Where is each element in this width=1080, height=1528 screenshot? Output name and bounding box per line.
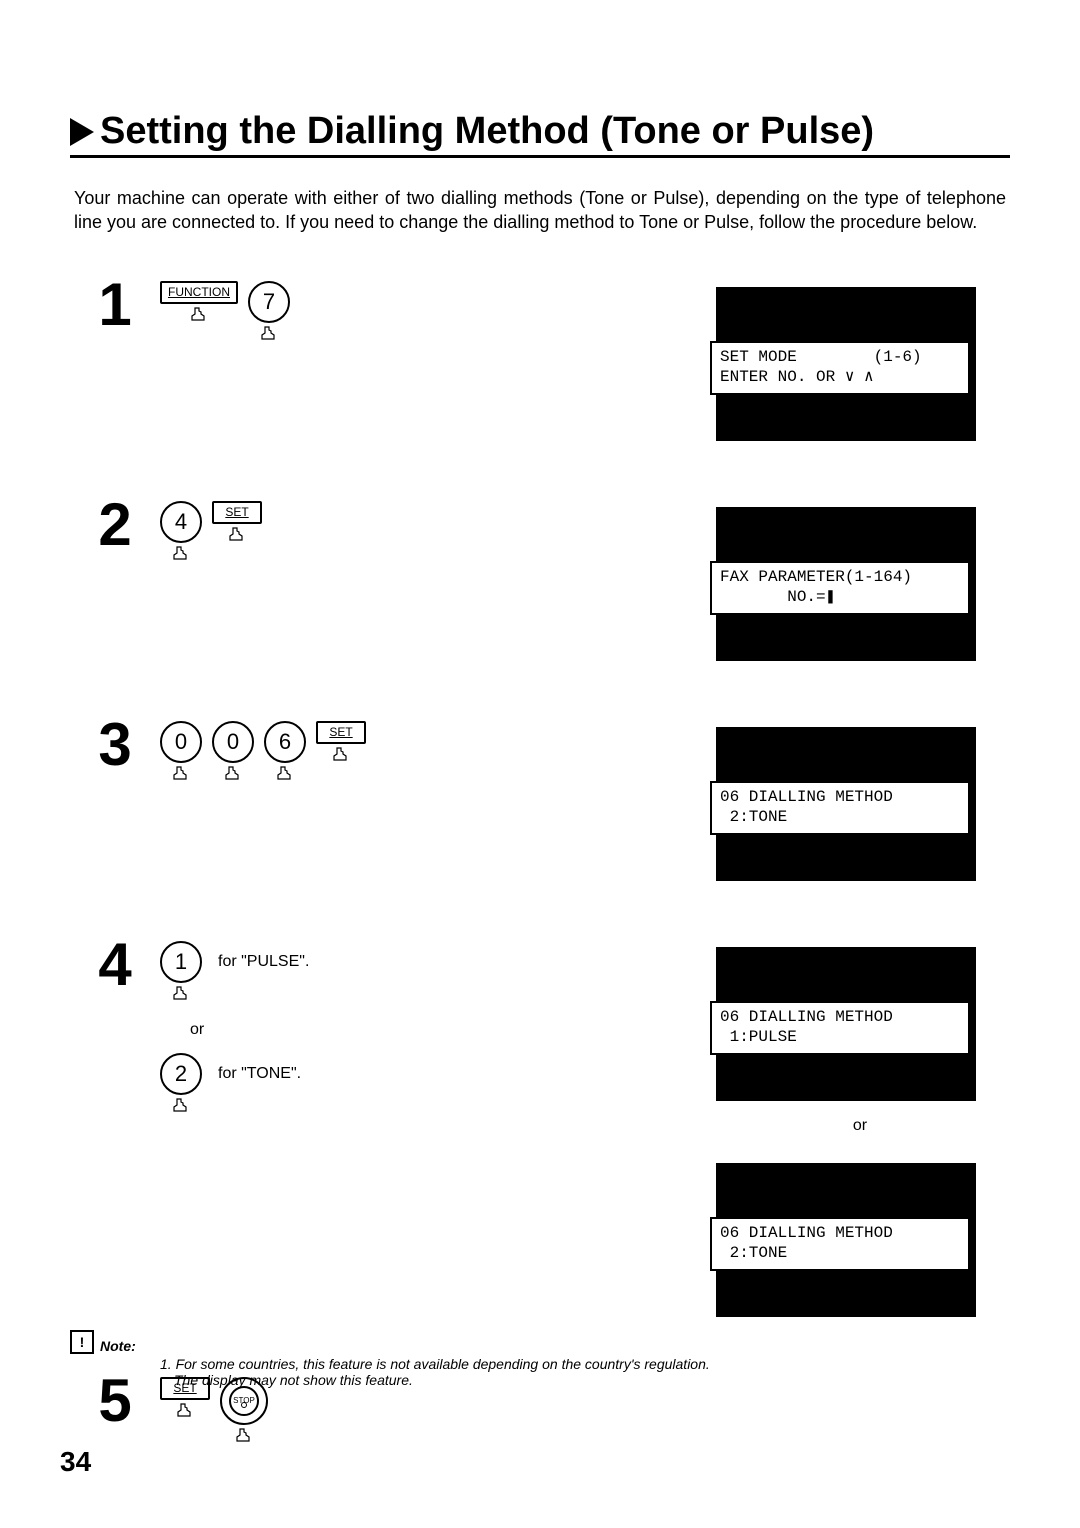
step-number: 1 <box>70 275 160 335</box>
digit-key-0: 0 <box>212 721 254 783</box>
lcd-display: 06 DIALLING METHOD 2:TONE <box>710 1157 970 1311</box>
lcd-display: 06 DIALLING METHOD 1:PULSE <box>710 941 970 1095</box>
lcd-line: 06 DIALLING METHOD <box>720 788 893 806</box>
digit-key-4: 4 <box>160 501 202 563</box>
press-hand-icon <box>170 545 192 563</box>
digit-key-label: 0 <box>212 721 254 763</box>
press-hand-icon <box>274 765 296 783</box>
lcd-display: FAX PARAMETER(1-164) NO.=❚ <box>710 501 970 655</box>
page-number: 34 <box>60 1446 91 1478</box>
lcd-line: NO.=❚ <box>720 588 835 606</box>
lcd-line: 06 DIALLING METHOD <box>720 1008 893 1026</box>
digit-key-0: 0 <box>160 721 202 783</box>
set-key-label: SET <box>212 501 262 524</box>
set-key: SET <box>316 721 366 764</box>
intro-paragraph: Your machine can operate with either of … <box>70 186 1010 235</box>
lcd-line: 2:TONE <box>720 808 787 826</box>
stop-dot-icon <box>241 1402 247 1408</box>
or-text: or <box>710 1117 1010 1135</box>
exclamation-icon: ! <box>70 1330 94 1354</box>
press-hand-icon <box>330 746 352 764</box>
lcd-line: SET MODE (1-6) <box>720 348 922 366</box>
set-key-label: SET <box>316 721 366 744</box>
page-title: Setting the Dialling Method (Tone or Pul… <box>100 110 874 153</box>
press-hand-icon <box>226 526 248 544</box>
note-line: 1. For some countries, this feature is n… <box>160 1356 1010 1372</box>
press-hand-icon <box>170 985 192 1003</box>
digit-key-label: 7 <box>248 281 290 323</box>
press-hand-icon <box>170 1097 192 1115</box>
lcd-display: 06 DIALLING METHOD 2:TONE <box>710 721 970 875</box>
triangle-right-icon <box>70 118 94 146</box>
digit-key-2: 2 <box>160 1053 202 1115</box>
press-hand-icon <box>170 765 192 783</box>
function-key-label: FUNCTION <box>160 281 238 304</box>
step-row: 2 4 SET <box>70 495 1010 655</box>
lcd-line: 2:TONE <box>720 1244 787 1262</box>
lcd-line: 06 DIALLING METHOD <box>720 1224 893 1242</box>
note-label: Note: <box>100 1338 136 1354</box>
press-hand-icon <box>233 1427 255 1445</box>
digit-key-label: 6 <box>264 721 306 763</box>
digit-key-label: 1 <box>160 941 202 983</box>
stop-key-label: STOP <box>229 1386 259 1416</box>
step-row: 4 1 for "PULSE". or 2 <box>70 935 1010 1311</box>
digit-key-7: 7 <box>248 281 290 343</box>
digit-key-label: 2 <box>160 1053 202 1095</box>
for-pulse-text: for "PULSE". <box>218 941 309 971</box>
for-tone-text: for "TONE". <box>218 1053 301 1083</box>
function-key: FUNCTION <box>160 281 238 324</box>
step-row: 3 0 0 6 <box>70 715 1010 875</box>
step-number: 2 <box>70 495 160 555</box>
steps-list: 1 FUNCTION 7 <box>70 275 1010 1445</box>
digit-key-label: 0 <box>160 721 202 763</box>
lcd-line: ENTER NO. OR ∨ ∧ <box>720 368 874 386</box>
lcd-line: FAX PARAMETER(1-164) <box>720 568 912 586</box>
press-hand-icon <box>174 1402 196 1420</box>
or-text: or <box>190 1021 710 1039</box>
press-hand-icon <box>188 306 210 324</box>
step-number: 4 <box>70 935 160 995</box>
step-number: 3 <box>70 715 160 775</box>
set-key: SET <box>212 501 262 544</box>
step-row: 1 FUNCTION 7 <box>70 275 1010 435</box>
digit-key-1: 1 <box>160 941 202 1003</box>
press-hand-icon <box>258 325 280 343</box>
note-block: ! Note: 1. For some countries, this feat… <box>70 1330 1010 1388</box>
digit-key-6: 6 <box>264 721 306 783</box>
digit-key-label: 4 <box>160 501 202 543</box>
page-title-row: Setting the Dialling Method (Tone or Pul… <box>70 110 1010 158</box>
note-line: The display may not show this feature. <box>174 1372 1010 1388</box>
lcd-display: SET MODE (1-6) ENTER NO. OR ∨ ∧ <box>710 281 970 435</box>
press-hand-icon <box>222 765 244 783</box>
lcd-line: 1:PULSE <box>720 1028 797 1046</box>
